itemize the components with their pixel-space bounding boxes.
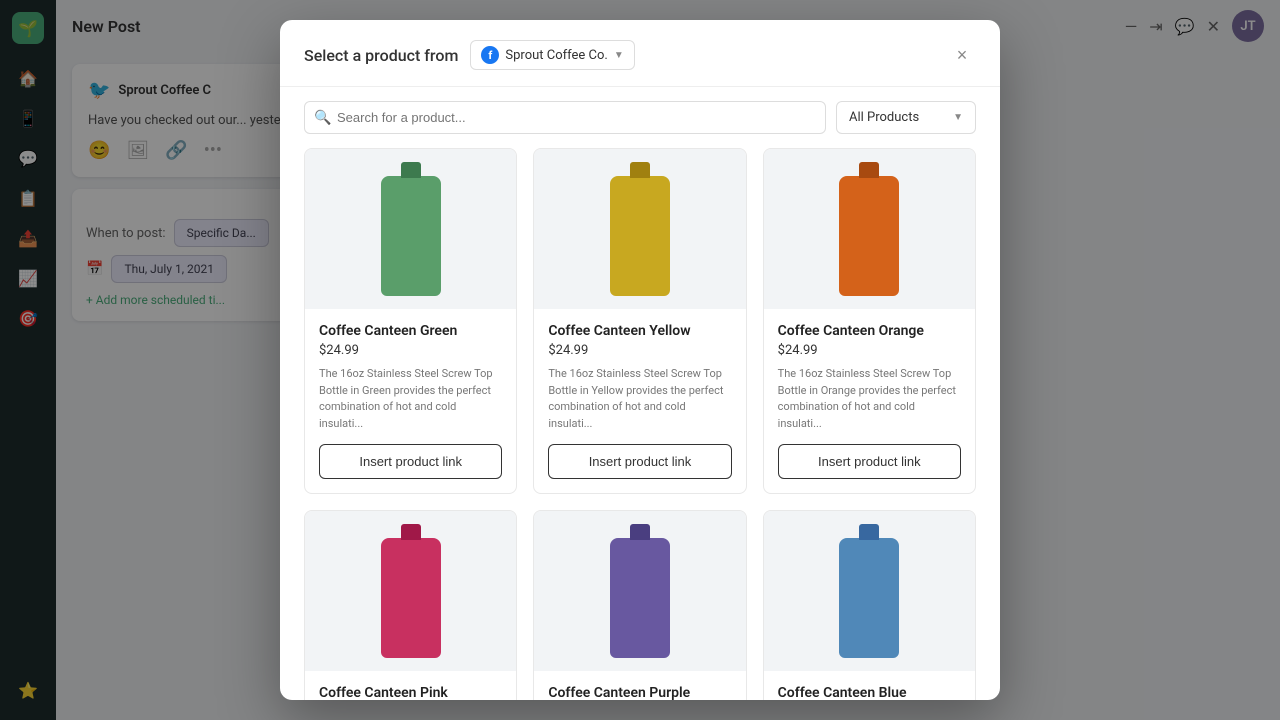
bottle-cap-green	[401, 162, 421, 178]
modal-header: Select a product from f Sprout Coffee Co…	[280, 20, 1000, 87]
insert-link-button-green[interactable]: Insert product link	[319, 444, 502, 479]
bottle-icon-pink	[381, 538, 441, 658]
bottle-cap-yellow	[630, 162, 650, 178]
product-desc-green: The 16oz Stainless Steel Screw Top Bottl…	[319, 366, 502, 432]
products-grid: Coffee Canteen Green $24.99 The 16oz Sta…	[304, 148, 976, 700]
bottle-icon-green	[381, 176, 441, 296]
product-info-pink: Coffee Canteen Pink $24.99 The 16oz Stai…	[305, 671, 516, 700]
product-card-pink: Coffee Canteen Pink $24.99 The 16oz Stai…	[304, 510, 517, 700]
product-image-purple	[534, 511, 745, 671]
filter-label: All Products	[849, 110, 919, 125]
bottle-icon-blue	[839, 538, 899, 658]
product-name-orange: Coffee Canteen Orange	[778, 323, 961, 339]
product-price-yellow: $24.99	[548, 343, 731, 358]
search-box: 🔍	[304, 101, 826, 134]
product-info-green: Coffee Canteen Green $24.99 The 16oz Sta…	[305, 309, 516, 493]
filter-chevron-icon: ▼	[953, 112, 963, 123]
product-name-yellow: Coffee Canteen Yellow	[548, 323, 731, 339]
insert-link-button-orange[interactable]: Insert product link	[778, 444, 961, 479]
product-card-blue: Coffee Canteen Blue $24.99 The 16oz Stai…	[763, 510, 976, 700]
product-info-orange: Coffee Canteen Orange $24.99 The 16oz St…	[764, 309, 975, 493]
product-picker-modal: Select a product from f Sprout Coffee Co…	[280, 20, 1000, 700]
product-info-purple: Coffee Canteen Purple $24.99 The 16oz St…	[534, 671, 745, 700]
product-card-orange: Coffee Canteen Orange $24.99 The 16oz St…	[763, 148, 976, 494]
bottle-icon-yellow	[610, 176, 670, 296]
modal-close-button[interactable]: ×	[948, 41, 976, 69]
source-selector[interactable]: f Sprout Coffee Co. ▼	[470, 40, 634, 70]
modal-title: Select a product from	[304, 46, 458, 65]
product-image-green	[305, 149, 516, 309]
product-image-orange	[764, 149, 975, 309]
product-card-purple: Coffee Canteen Purple $24.99 The 16oz St…	[533, 510, 746, 700]
modal-title-row: Select a product from f Sprout Coffee Co…	[304, 40, 635, 70]
filter-select[interactable]: All Products ▼	[836, 101, 976, 134]
product-card-yellow: Coffee Canteen Yellow $24.99 The 16oz St…	[533, 148, 746, 494]
product-card-green: Coffee Canteen Green $24.99 The 16oz Sta…	[304, 148, 517, 494]
product-info-yellow: Coffee Canteen Yellow $24.99 The 16oz St…	[534, 309, 745, 493]
product-name-purple: Coffee Canteen Purple	[548, 685, 731, 700]
facebook-icon: f	[481, 46, 499, 64]
product-desc-yellow: The 16oz Stainless Steel Screw Top Bottl…	[548, 366, 731, 432]
product-price-orange: $24.99	[778, 343, 961, 358]
source-name: Sprout Coffee Co.	[505, 48, 607, 63]
modal-search-row: 🔍 All Products ▼	[280, 87, 1000, 148]
bottle-cap-orange	[859, 162, 879, 178]
modal-overlay: Select a product from f Sprout Coffee Co…	[0, 0, 1280, 720]
search-icon: 🔍	[314, 110, 331, 126]
modal-body: Coffee Canteen Green $24.99 The 16oz Sta…	[280, 148, 1000, 700]
bottle-cap-pink	[401, 524, 421, 540]
product-name-blue: Coffee Canteen Blue	[778, 685, 961, 700]
product-image-yellow	[534, 149, 745, 309]
product-name-pink: Coffee Canteen Pink	[319, 685, 502, 700]
product-image-pink	[305, 511, 516, 671]
product-name-green: Coffee Canteen Green	[319, 323, 502, 339]
chevron-down-icon: ▼	[614, 50, 624, 61]
product-info-blue: Coffee Canteen Blue $24.99 The 16oz Stai…	[764, 671, 975, 700]
bottle-cap-blue	[859, 524, 879, 540]
bottle-icon-orange	[839, 176, 899, 296]
search-input[interactable]	[304, 101, 826, 134]
bottle-icon-purple	[610, 538, 670, 658]
product-desc-orange: The 16oz Stainless Steel Screw Top Bottl…	[778, 366, 961, 432]
bottle-cap-purple	[630, 524, 650, 540]
product-price-green: $24.99	[319, 343, 502, 358]
product-image-blue	[764, 511, 975, 671]
insert-link-button-yellow[interactable]: Insert product link	[548, 444, 731, 479]
